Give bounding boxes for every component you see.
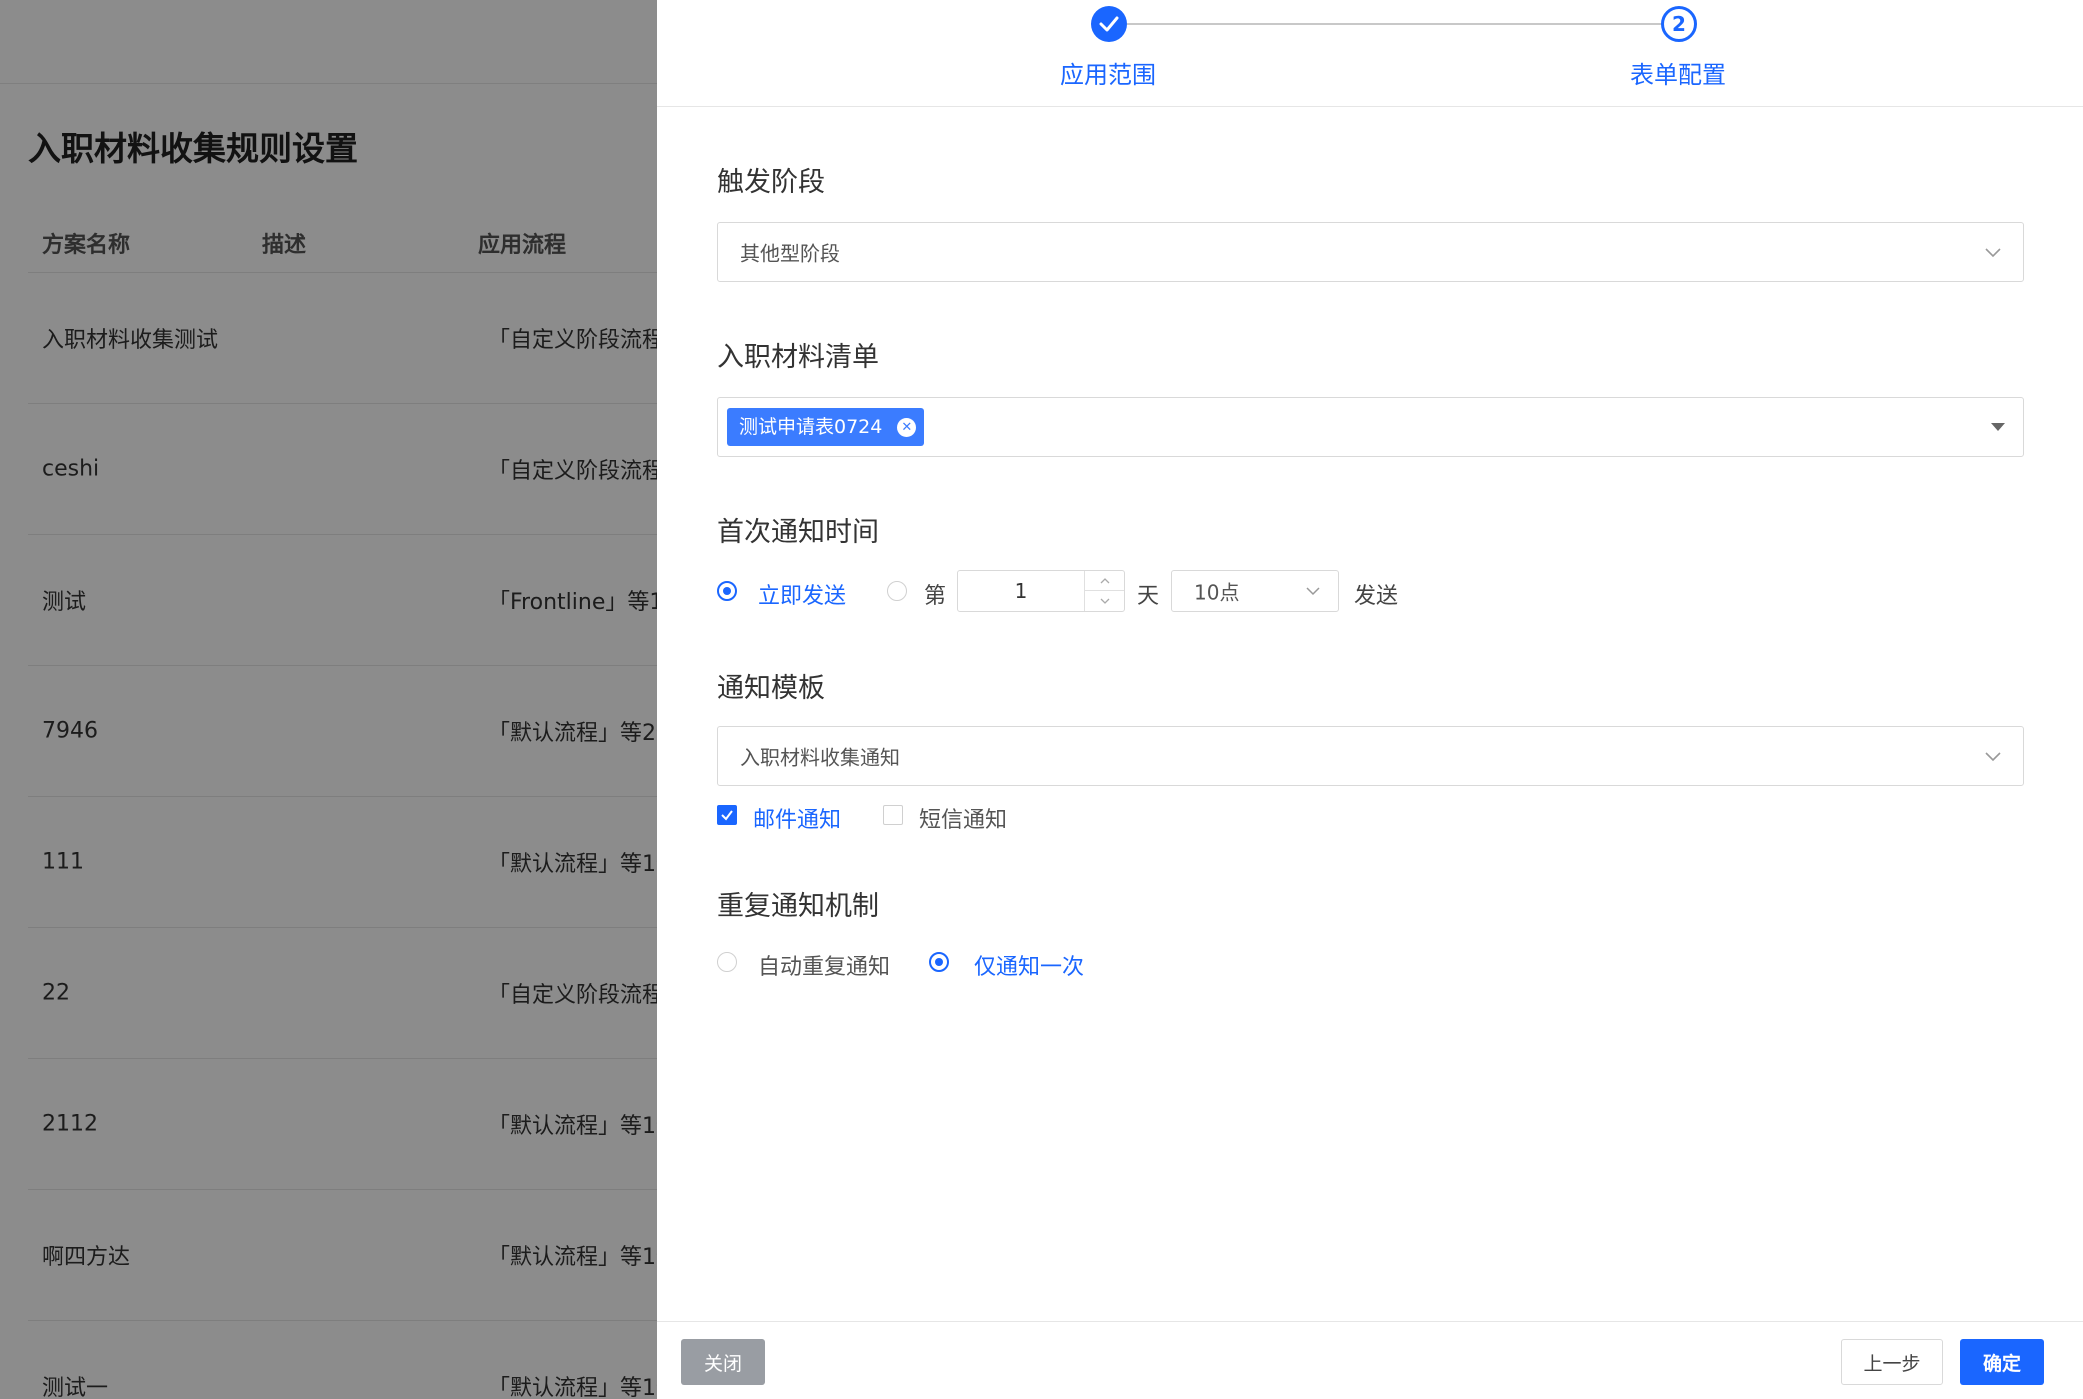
step-1-check-icon[interactable] (1091, 6, 1127, 42)
radio-day[interactable] (887, 581, 907, 601)
step-2-label[interactable]: 表单配置 (1630, 55, 1726, 90)
hour-value: 10点 (1194, 580, 1240, 605)
trigger-stage-value: 其他型阶段 (740, 241, 840, 266)
close-button[interactable]: 关闭 (681, 1339, 765, 1385)
chevron-down-icon (1306, 587, 1320, 596)
sms-checkbox[interactable] (883, 805, 903, 825)
materials-title: 入职材料清单 (717, 342, 879, 373)
materials-select[interactable]: 测试申请表0724 ✕ (717, 397, 2024, 457)
tag-close-icon[interactable]: ✕ (897, 418, 917, 437)
day-prefix: 第 (924, 584, 947, 609)
stepper-up-icon[interactable] (1084, 571, 1124, 591)
radio-once[interactable] (929, 952, 949, 972)
chevron-down-icon (1985, 248, 2001, 258)
config-drawer: 2 应用范围 表单配置 触发阶段 其他型阶段 入职材料清单 测试申请表0724 … (657, 0, 2083, 1399)
email-checkbox[interactable] (717, 805, 737, 825)
radio-auto-repeat-label[interactable]: 自动重复通知 (758, 949, 890, 981)
check-icon (721, 810, 733, 821)
day-unit: 天 (1137, 584, 1160, 609)
caret-down-icon (1991, 423, 2005, 431)
step-connector (1127, 23, 1661, 25)
stepper-down-icon[interactable] (1084, 591, 1124, 611)
radio-immediate-label[interactable]: 立即发送 (758, 578, 846, 610)
radio-auto-repeat[interactable] (717, 952, 737, 972)
radio-immediate[interactable] (717, 581, 737, 601)
steps-bar: 2 应用范围 表单配置 (657, 0, 2083, 107)
material-tag-label: 测试申请表0724 (739, 416, 883, 438)
material-tag: 测试申请表0724 ✕ (727, 408, 925, 446)
chevron-down-icon (1985, 752, 2001, 762)
previous-step-button[interactable]: 上一步 (1841, 1339, 1943, 1385)
first-notify-title: 首次通知时间 (717, 517, 879, 548)
sms-checkbox-label[interactable]: 短信通知 (919, 802, 1007, 834)
template-value: 入职材料收集通知 (740, 745, 900, 770)
hour-select[interactable]: 10点 (1171, 570, 1339, 612)
step-2-number[interactable]: 2 (1661, 6, 1697, 42)
day-number-input[interactable]: 1 (957, 570, 1125, 612)
email-checkbox-label[interactable]: 邮件通知 (753, 802, 841, 834)
drawer-footer: 关闭 上一步 确定 (657, 1321, 2083, 1399)
step-1-label[interactable]: 应用范围 (1060, 55, 1156, 90)
template-title: 通知模板 (717, 673, 825, 704)
trigger-stage-title: 触发阶段 (717, 167, 825, 198)
trigger-stage-select[interactable]: 其他型阶段 (717, 222, 2024, 282)
day-number-value: 1 (1014, 579, 1028, 603)
repeat-title: 重复通知机制 (717, 891, 879, 922)
radio-once-label[interactable]: 仅通知一次 (974, 949, 1084, 981)
confirm-button[interactable]: 确定 (1960, 1339, 2044, 1385)
template-select[interactable]: 入职材料收集通知 (717, 726, 2024, 786)
send-suffix: 发送 (1354, 584, 1399, 609)
